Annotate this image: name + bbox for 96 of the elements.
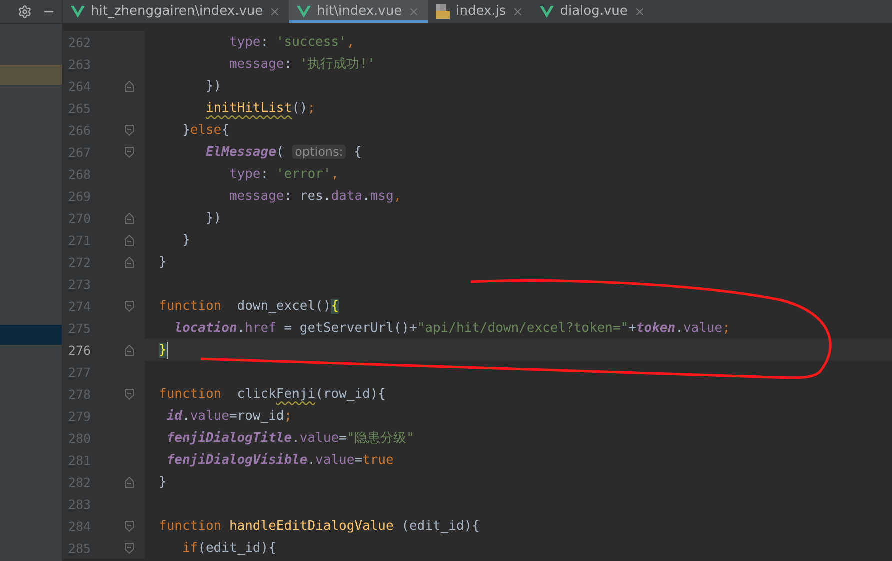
settings-icon[interactable] xyxy=(18,4,32,18)
property-name: message xyxy=(228,188,284,204)
code-text: }) xyxy=(204,210,222,226)
string-literal: '执行成功!' xyxy=(300,56,376,73)
string-literal: "隐患分级" xyxy=(346,430,415,447)
fold-icon[interactable] xyxy=(125,542,134,554)
keyword: , xyxy=(394,188,402,204)
code-text: (edit_id){ xyxy=(400,518,480,534)
keyword: if xyxy=(181,540,198,556)
property-name: href xyxy=(245,320,276,336)
property-name: data xyxy=(331,188,363,204)
code-text: . xyxy=(292,430,300,446)
code-text: }) xyxy=(204,78,222,94)
string-literal: "api/hit/down/excel?token=" xyxy=(417,320,629,336)
close-icon[interactable] xyxy=(269,6,282,18)
code-text: { xyxy=(222,122,230,138)
property-name: value xyxy=(300,430,340,446)
matched-brace: } xyxy=(159,342,167,358)
code-text: : xyxy=(284,56,294,72)
fold-icon[interactable] xyxy=(125,146,134,158)
editor-tab[interactable]: hit\index.vue xyxy=(289,0,428,23)
keyword: function xyxy=(159,298,222,314)
code-text: : xyxy=(260,166,270,182)
variable-name: fenjiDialogVisible xyxy=(166,452,308,468)
property-name: value xyxy=(316,452,355,468)
code-text: . xyxy=(676,320,684,336)
keyword: true xyxy=(362,452,394,468)
vue-logo-icon xyxy=(297,6,312,18)
code-text: (row_id){ xyxy=(316,386,386,402)
keyword: function xyxy=(159,386,222,402)
code-text: = xyxy=(354,452,363,468)
keyword: else xyxy=(190,122,222,138)
close-icon[interactable] xyxy=(408,6,420,18)
js-file-icon xyxy=(436,4,450,19)
property-name: message xyxy=(228,56,284,72)
fold-icon[interactable] xyxy=(125,476,134,488)
close-icon[interactable] xyxy=(634,6,646,18)
fold-icon[interactable] xyxy=(125,124,134,136)
code-text: (edit_id){ xyxy=(198,540,276,556)
fold-icon[interactable] xyxy=(125,520,134,532)
fold-icon[interactable] xyxy=(125,388,134,400)
function-name: initHitList xyxy=(204,100,292,116)
fold-icon[interactable] xyxy=(125,300,134,312)
editor-tab[interactable]: dialog.vue xyxy=(532,0,654,23)
code-text: : xyxy=(260,34,270,50)
string-literal: 'success' xyxy=(276,34,347,50)
vue-logo-icon xyxy=(540,6,554,18)
parameter-hint: options: xyxy=(292,145,346,159)
property-name: value xyxy=(683,320,723,336)
keyword: , xyxy=(346,34,355,50)
code-text: click xyxy=(236,386,276,402)
code-text: ( xyxy=(276,144,286,160)
property-name: value xyxy=(190,408,230,424)
fold-icon[interactable] xyxy=(125,234,134,246)
property-name: type xyxy=(228,166,261,182)
line-number: 276 xyxy=(67,342,91,358)
code-text: } xyxy=(159,254,167,270)
fold-icon[interactable] xyxy=(125,212,134,224)
code-text: : res. xyxy=(284,188,332,204)
code-text: . xyxy=(182,408,190,424)
variable-name: fenjiDialogTitle xyxy=(166,430,292,446)
code-text: . xyxy=(237,320,246,336)
code-text: } xyxy=(159,474,167,490)
fold-icon[interactable] xyxy=(125,256,134,268)
keyword: , xyxy=(331,166,340,182)
code-text: + xyxy=(628,320,636,336)
variable-name: id xyxy=(166,408,182,424)
keyword: ; xyxy=(722,320,730,336)
editor-tab[interactable]: index.js xyxy=(428,0,532,23)
property-name: msg xyxy=(370,188,394,204)
string-literal: 'error' xyxy=(276,166,332,182)
keyword: function xyxy=(159,518,222,534)
code-text: down_excel() xyxy=(236,298,332,314)
code-text: () xyxy=(292,100,308,116)
editor-tab[interactable]: hit_zhenggairen\index.vue xyxy=(63,0,290,23)
code-text: = getServerUrl()+ xyxy=(283,320,418,336)
property-name: type xyxy=(228,34,261,50)
code-text: } xyxy=(181,232,190,248)
code-text: . xyxy=(362,188,370,204)
keyword: ; xyxy=(308,100,316,116)
code-text: . xyxy=(308,452,316,468)
variable-name: token xyxy=(636,320,676,336)
code-text: Fenji xyxy=(276,386,316,402)
variable-name: ElMessage xyxy=(204,144,276,160)
fold-icon[interactable] xyxy=(125,80,134,92)
code-text: { xyxy=(353,144,362,160)
function-name: handleEditDialogValue xyxy=(228,518,394,534)
code-text: =row_id xyxy=(229,408,284,424)
variable-name: location xyxy=(174,320,238,336)
matched-brace: { xyxy=(331,298,340,314)
code-text: = xyxy=(339,430,347,446)
fold-icon[interactable] xyxy=(125,344,134,356)
code-text: } xyxy=(181,122,190,138)
keyword: ; xyxy=(284,408,292,424)
close-icon[interactable] xyxy=(512,6,524,18)
vue-logo-icon xyxy=(71,6,85,18)
